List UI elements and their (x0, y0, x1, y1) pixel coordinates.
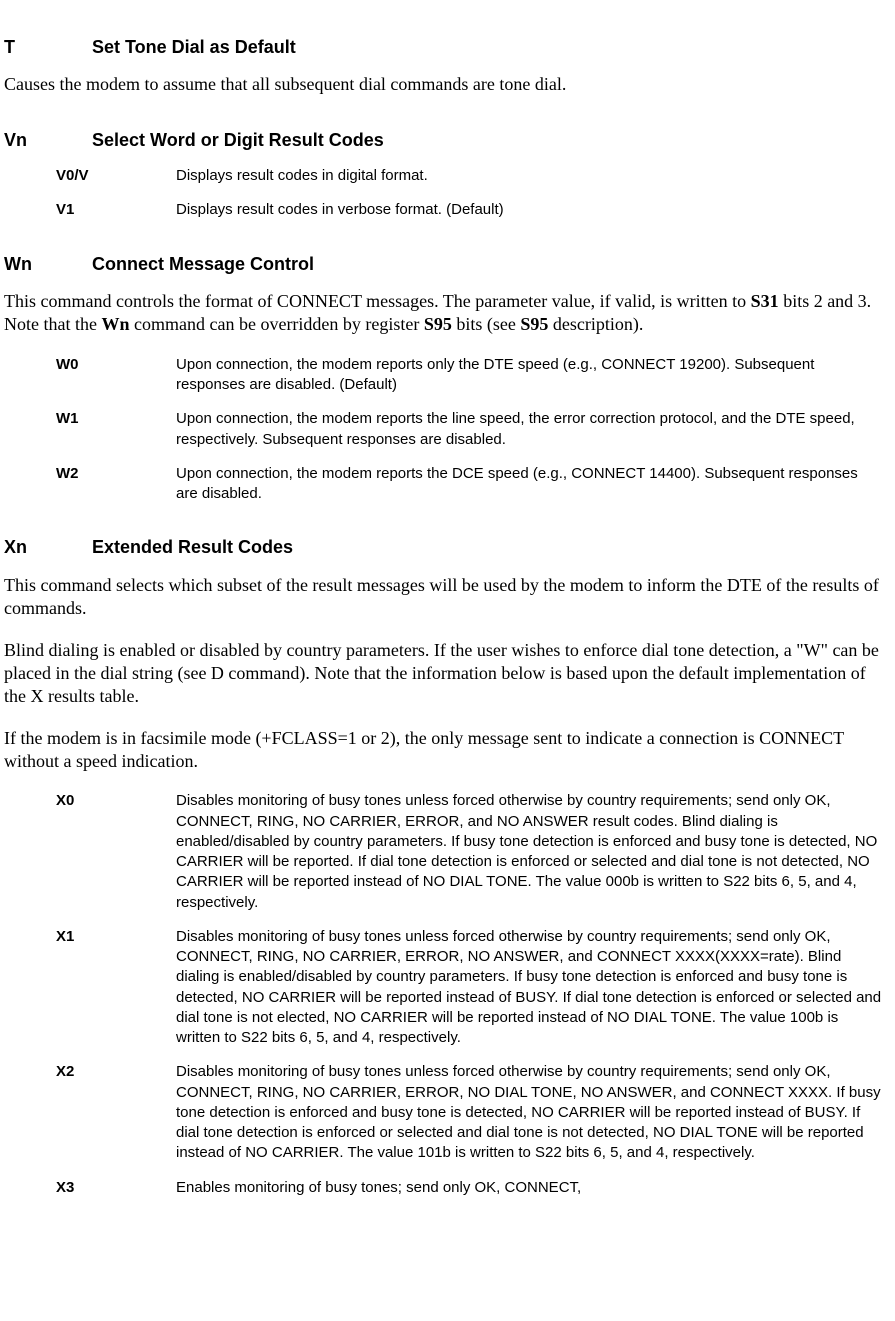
definition-list-xn: X0 Disables monitoring of busy tones unl… (56, 791, 891, 1198)
definition-text: Displays result codes in verbose format.… (176, 200, 891, 220)
section-code: T (4, 36, 92, 59)
definition-row: X3 Enables monitoring of busy tones; sen… (56, 1178, 891, 1198)
section-code: Wn (4, 253, 92, 276)
definition-key: X0 (56, 791, 176, 811)
section-code: Xn (4, 536, 92, 559)
definition-row: X0 Disables monitoring of busy tones unl… (56, 791, 891, 913)
section-heading-wn: Wn Connect Message Control (4, 253, 891, 276)
definition-key: W0 (56, 355, 176, 375)
definition-list-wn: W0 Upon connection, the modem reports on… (56, 355, 891, 505)
definition-row: X1 Disables monitoring of busy tones unl… (56, 927, 891, 1049)
section-heading-xn: Xn Extended Result Codes (4, 536, 891, 559)
definition-key: X3 (56, 1178, 176, 1198)
paragraph: If the modem is in facsimile mode (+FCLA… (4, 727, 891, 774)
definition-row: W2 Upon connection, the modem reports th… (56, 464, 891, 505)
definition-text: Displays result codes in digital format. (176, 166, 891, 186)
paragraph: Causes the modem to assume that all subs… (4, 73, 891, 96)
definition-list-vn: V0/V Displays result codes in digital fo… (56, 166, 891, 221)
section-heading-vn: Vn Select Word or Digit Result Codes (4, 129, 891, 152)
definition-row: X2 Disables monitoring of busy tones unl… (56, 1062, 891, 1163)
definition-key: W1 (56, 409, 176, 429)
definition-text: Disables monitoring of busy tones unless… (176, 927, 891, 1049)
definition-key: X2 (56, 1062, 176, 1082)
definition-row: W1 Upon connection, the modem reports th… (56, 409, 891, 450)
definition-text: Upon connection, the modem reports only … (176, 355, 891, 396)
definition-text: Disables monitoring of busy tones unless… (176, 791, 891, 913)
definition-row: V0/V Displays result codes in digital fo… (56, 166, 891, 186)
section-title: Set Tone Dial as Default (92, 36, 296, 59)
definition-text: Enables monitoring of busy tones; send o… (176, 1178, 891, 1198)
definition-text: Upon connection, the modem reports the D… (176, 464, 891, 505)
definition-text: Upon connection, the modem reports the l… (176, 409, 891, 450)
definition-key: W2 (56, 464, 176, 484)
definition-key: V1 (56, 200, 176, 220)
section-code: Vn (4, 129, 92, 152)
paragraph: This command controls the format of CONN… (4, 290, 891, 337)
section-title: Select Word or Digit Result Codes (92, 129, 384, 152)
definition-row: V1 Displays result codes in verbose form… (56, 200, 891, 220)
section-title: Extended Result Codes (92, 536, 293, 559)
section-title: Connect Message Control (92, 253, 314, 276)
definition-row: W0 Upon connection, the modem reports on… (56, 355, 891, 396)
definition-text: Disables monitoring of busy tones unless… (176, 1062, 891, 1163)
definition-key: V0/V (56, 166, 176, 186)
definition-key: X1 (56, 927, 176, 947)
paragraph: Blind dialing is enabled or disabled by … (4, 639, 891, 709)
section-heading-t: T Set Tone Dial as Default (4, 36, 891, 59)
paragraph: This command selects which subset of the… (4, 574, 891, 621)
